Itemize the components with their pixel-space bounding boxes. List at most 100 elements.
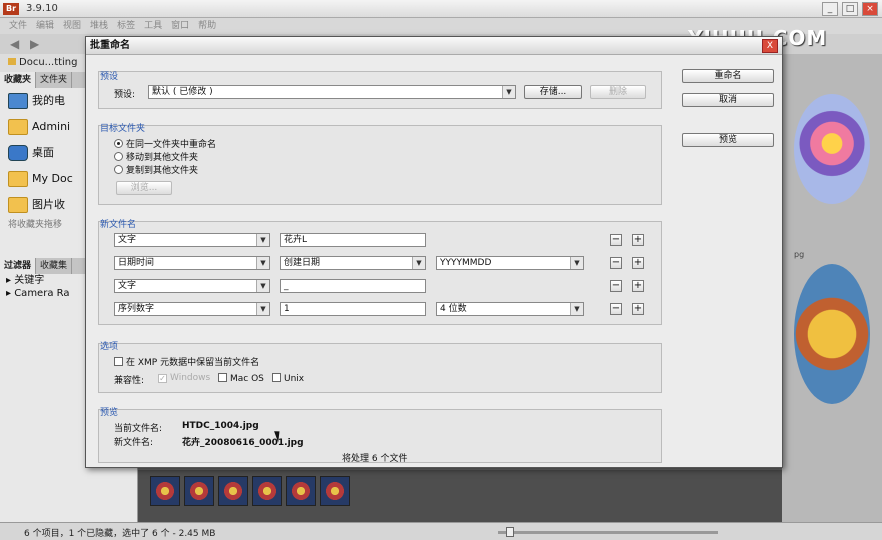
- remove-row-button[interactable]: −: [610, 303, 622, 315]
- folder-icon: [8, 197, 28, 213]
- remove-row-button[interactable]: −: [610, 257, 622, 269]
- radio-move-folder[interactable]: 移动到其他文件夹: [114, 150, 198, 163]
- radio-same-folder[interactable]: 在同一文件夹中重命名: [114, 137, 216, 150]
- name-part-type-select[interactable]: 序列数字 ▼: [114, 302, 270, 316]
- chevron-down-icon: ▼: [256, 280, 269, 292]
- app-logo: Br: [3, 3, 19, 15]
- add-row-button[interactable]: +: [632, 280, 644, 292]
- checkbox-label: Windows: [170, 373, 211, 383]
- app-version: 3.9.10: [26, 3, 58, 14]
- name-part-type-select[interactable]: 日期时间 ▼: [114, 256, 270, 270]
- cancel-button[interactable]: 取消: [682, 93, 774, 107]
- chevron-down-icon: ▼: [256, 257, 269, 269]
- add-row-button[interactable]: +: [632, 234, 644, 246]
- add-row-button[interactable]: +: [632, 303, 644, 315]
- select-value: YYYYMMDD: [440, 258, 492, 268]
- filmstrip-thumbnail[interactable]: [320, 476, 350, 506]
- filter-label: Camera Ra: [14, 288, 70, 299]
- dialog-close-button[interactable]: X: [762, 39, 778, 53]
- content-preview-panel: pg: [782, 54, 882, 526]
- compat-label: 兼容性:: [114, 376, 145, 386]
- tab-folders[interactable]: 文件夹: [36, 72, 73, 88]
- select-value: 创建日期: [284, 258, 321, 268]
- save-preset-button[interactable]: 存储...: [524, 85, 582, 99]
- unix-checkbox[interactable]: Unix: [272, 373, 304, 384]
- options-group: [98, 343, 662, 393]
- radio-icon: [114, 165, 123, 174]
- tab-favorites[interactable]: 收藏夹: [0, 72, 37, 88]
- delete-preset-button[interactable]: 删除: [590, 85, 646, 99]
- close-app-button[interactable]: ×: [862, 2, 878, 16]
- macos-checkbox[interactable]: Mac OS: [218, 373, 264, 384]
- keep-xmp-checkbox[interactable]: 在 XMP 元数据中保留当前文件名: [114, 355, 259, 368]
- minimize-button[interactable]: _: [822, 2, 838, 16]
- filmstrip: [138, 470, 782, 526]
- favorite-label: Admini: [32, 120, 71, 133]
- back-arrow-icon[interactable]: ◀: [10, 37, 19, 51]
- sequence-digits-select[interactable]: 4 位数 ▼: [436, 302, 584, 316]
- filmstrip-thumbnail[interactable]: [286, 476, 316, 506]
- maximize-button[interactable]: □: [842, 2, 858, 16]
- filmstrip-thumbnail[interactable]: [150, 476, 180, 506]
- menu-edit[interactable]: 编辑: [36, 18, 54, 34]
- path-text: Docu...tting: [19, 57, 78, 68]
- menu-view[interactable]: 视图: [63, 18, 81, 34]
- radio-copy-folder[interactable]: 复制到其他文件夹: [114, 163, 198, 176]
- preset-select[interactable]: 默认 ( 已修改 ) ▼: [148, 85, 516, 99]
- menu-stack[interactable]: 堆栈: [90, 18, 108, 34]
- select-value: 文字: [118, 235, 137, 245]
- filmstrip-thumbnail[interactable]: [184, 476, 214, 506]
- favorite-label: 我的电: [32, 94, 65, 107]
- folder-icon: [8, 171, 28, 187]
- rename-button[interactable]: 重命名: [682, 69, 774, 83]
- status-text: 6 个项目，1 个已隐藏，选中了 6 个 - 2.45 MB: [24, 529, 216, 539]
- name-part-text-input[interactable]: 花卉L: [280, 233, 426, 247]
- date-source-select[interactable]: 创建日期 ▼: [280, 256, 426, 270]
- date-format-select[interactable]: YYYYMMDD ▼: [436, 256, 584, 270]
- flower-thumbnail[interactable]: [794, 94, 870, 204]
- select-value: 序列数字: [118, 304, 155, 314]
- target-folder-title: 目标文件夹: [100, 124, 146, 134]
- preview-button[interactable]: 预览: [682, 133, 774, 147]
- chevron-down-icon: ▼: [412, 257, 425, 269]
- tab-collections[interactable]: 收藏集: [36, 258, 73, 274]
- batch-rename-dialog: 批重命名 X 重命名 取消 预览 预设 预设: 默认 ( 已修改 ) ▼ 存储..…: [85, 36, 783, 468]
- menu-tools[interactable]: 工具: [144, 18, 162, 34]
- current-name-label: 当前文件名:: [114, 424, 163, 434]
- radio-label: 移动到其他文件夹: [126, 153, 199, 163]
- chevron-down-icon: ▼: [570, 257, 583, 269]
- select-value: 4 位数: [440, 304, 467, 314]
- folder-icon: [8, 119, 28, 135]
- chevron-down-icon: ▼: [256, 234, 269, 246]
- filmstrip-thumbnail[interactable]: [218, 476, 248, 506]
- menu-help[interactable]: 帮助: [198, 18, 216, 34]
- radio-icon: [114, 152, 123, 161]
- path-folder-icon: [8, 58, 16, 65]
- menu-file[interactable]: 文件: [9, 18, 27, 34]
- add-row-button[interactable]: +: [632, 257, 644, 269]
- thumbnail-size-slider[interactable]: [498, 531, 718, 534]
- menu-label[interactable]: 标签: [117, 18, 135, 34]
- filmstrip-thumbnail[interactable]: [252, 476, 282, 506]
- tab-filter[interactable]: 过滤器: [0, 258, 37, 274]
- desktop-icon: [8, 145, 28, 161]
- checkbox-icon: [272, 373, 281, 382]
- name-part-type-select[interactable]: 文字 ▼: [114, 279, 270, 293]
- preset-value: 默认 ( 已修改 ): [152, 87, 213, 97]
- app-titlebar: Br 3.9.10 _ □ ×: [0, 0, 882, 18]
- windows-checkbox[interactable]: ✓ Windows: [158, 373, 210, 383]
- flower-thumbnail[interactable]: [794, 264, 870, 404]
- remove-row-button[interactable]: −: [610, 280, 622, 292]
- menu-window[interactable]: 窗口: [171, 18, 189, 34]
- chevron-down-icon: ▼: [570, 303, 583, 315]
- statusbar: 6 个项目，1 个已隐藏，选中了 6 个 - 2.45 MB: [0, 522, 882, 540]
- checkbox-label: 在 XMP 元数据中保留当前文件名: [126, 358, 260, 368]
- sequence-start-input[interactable]: 1: [280, 302, 426, 316]
- checkbox-icon: [114, 357, 123, 366]
- forward-arrow-icon[interactable]: ▶: [30, 37, 39, 51]
- name-part-type-select[interactable]: 文字 ▼: [114, 233, 270, 247]
- name-part-text-input[interactable]: _: [280, 279, 426, 293]
- browse-button[interactable]: 浏览...: [116, 181, 172, 195]
- slider-knob[interactable]: [506, 527, 514, 537]
- remove-row-button[interactable]: −: [610, 234, 622, 246]
